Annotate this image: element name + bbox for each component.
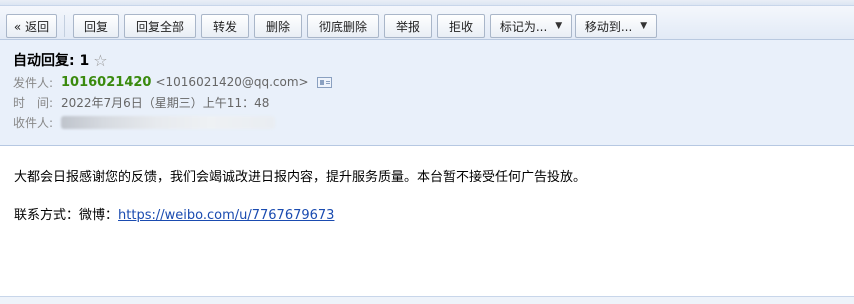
back-button[interactable]: « 返回 bbox=[6, 14, 57, 38]
move-to-label: 移动到... bbox=[584, 19, 633, 34]
forward-button[interactable]: 转发 bbox=[201, 14, 249, 38]
toolbar: « 返回 回复 回复全部 转发 删除 彻底删除 举报 拒收 标记为... ▼ 移… bbox=[0, 6, 854, 40]
sender-name[interactable]: 1016021420 bbox=[61, 75, 151, 90]
from-label: 发件人: bbox=[13, 75, 54, 90]
email-body: 大都会日报感谢您的反馈，我们会竭诚改进日报内容，提升服务质量。本台暂不接受任何广… bbox=[0, 146, 854, 266]
delete-button[interactable]: 删除 bbox=[254, 14, 302, 38]
star-icon[interactable]: ☆ bbox=[93, 51, 107, 70]
from-row: 发件人: 1016021420 <1016021420@qq.com> bbox=[13, 72, 841, 92]
contact-prefix: 联系方式：微博： bbox=[14, 208, 119, 223]
time-value: 2022年7月6日（星期三）上午11：48 bbox=[61, 95, 270, 110]
sender-email: <1016021420@qq.com> bbox=[155, 75, 309, 89]
contact-card-icon[interactable] bbox=[316, 76, 332, 88]
move-to-dropdown[interactable]: 移动到... ▼ bbox=[575, 14, 657, 38]
reject-button[interactable]: 拒收 bbox=[437, 14, 485, 38]
reply-all-button[interactable]: 回复全部 bbox=[124, 14, 196, 38]
mark-as-dropdown[interactable]: 标记为... ▼ bbox=[490, 14, 572, 38]
chevron-down-icon: ▼ bbox=[555, 21, 563, 31]
bottom-strip bbox=[0, 296, 854, 304]
time-label: 时 间: bbox=[13, 95, 54, 110]
subject-text: 自动回复: 1 bbox=[13, 53, 90, 69]
mark-as-label: 标记为... bbox=[499, 19, 548, 34]
contact-line: 联系方式：微博：https://weibo.com/u/7767679673 bbox=[14, 206, 840, 226]
weibo-link[interactable]: https://weibo.com/u/7767679673 bbox=[118, 208, 334, 223]
report-button[interactable]: 举报 bbox=[384, 14, 432, 38]
delete-permanently-button[interactable]: 彻底删除 bbox=[307, 14, 379, 38]
reply-button[interactable]: 回复 bbox=[73, 14, 119, 38]
body-paragraph: 大都会日报感谢您的反馈，我们会竭诚改进日报内容，提升服务质量。本台暂不接受任何广… bbox=[14, 170, 587, 185]
recipient-redacted bbox=[61, 115, 275, 129]
toolbar-separator bbox=[64, 15, 65, 37]
email-header: 自动回复: 1 ☆ 发件人: 1016021420 <1016021420@qq… bbox=[0, 40, 854, 146]
time-row: 时 间: 2022年7月6日（星期三）上午11：48 bbox=[13, 92, 841, 112]
to-label: 收件人: bbox=[13, 115, 54, 130]
chevron-down-icon: ▼ bbox=[640, 21, 648, 31]
to-row: 收件人: bbox=[13, 112, 841, 132]
email-subject: 自动回复: 1 ☆ bbox=[13, 48, 841, 72]
